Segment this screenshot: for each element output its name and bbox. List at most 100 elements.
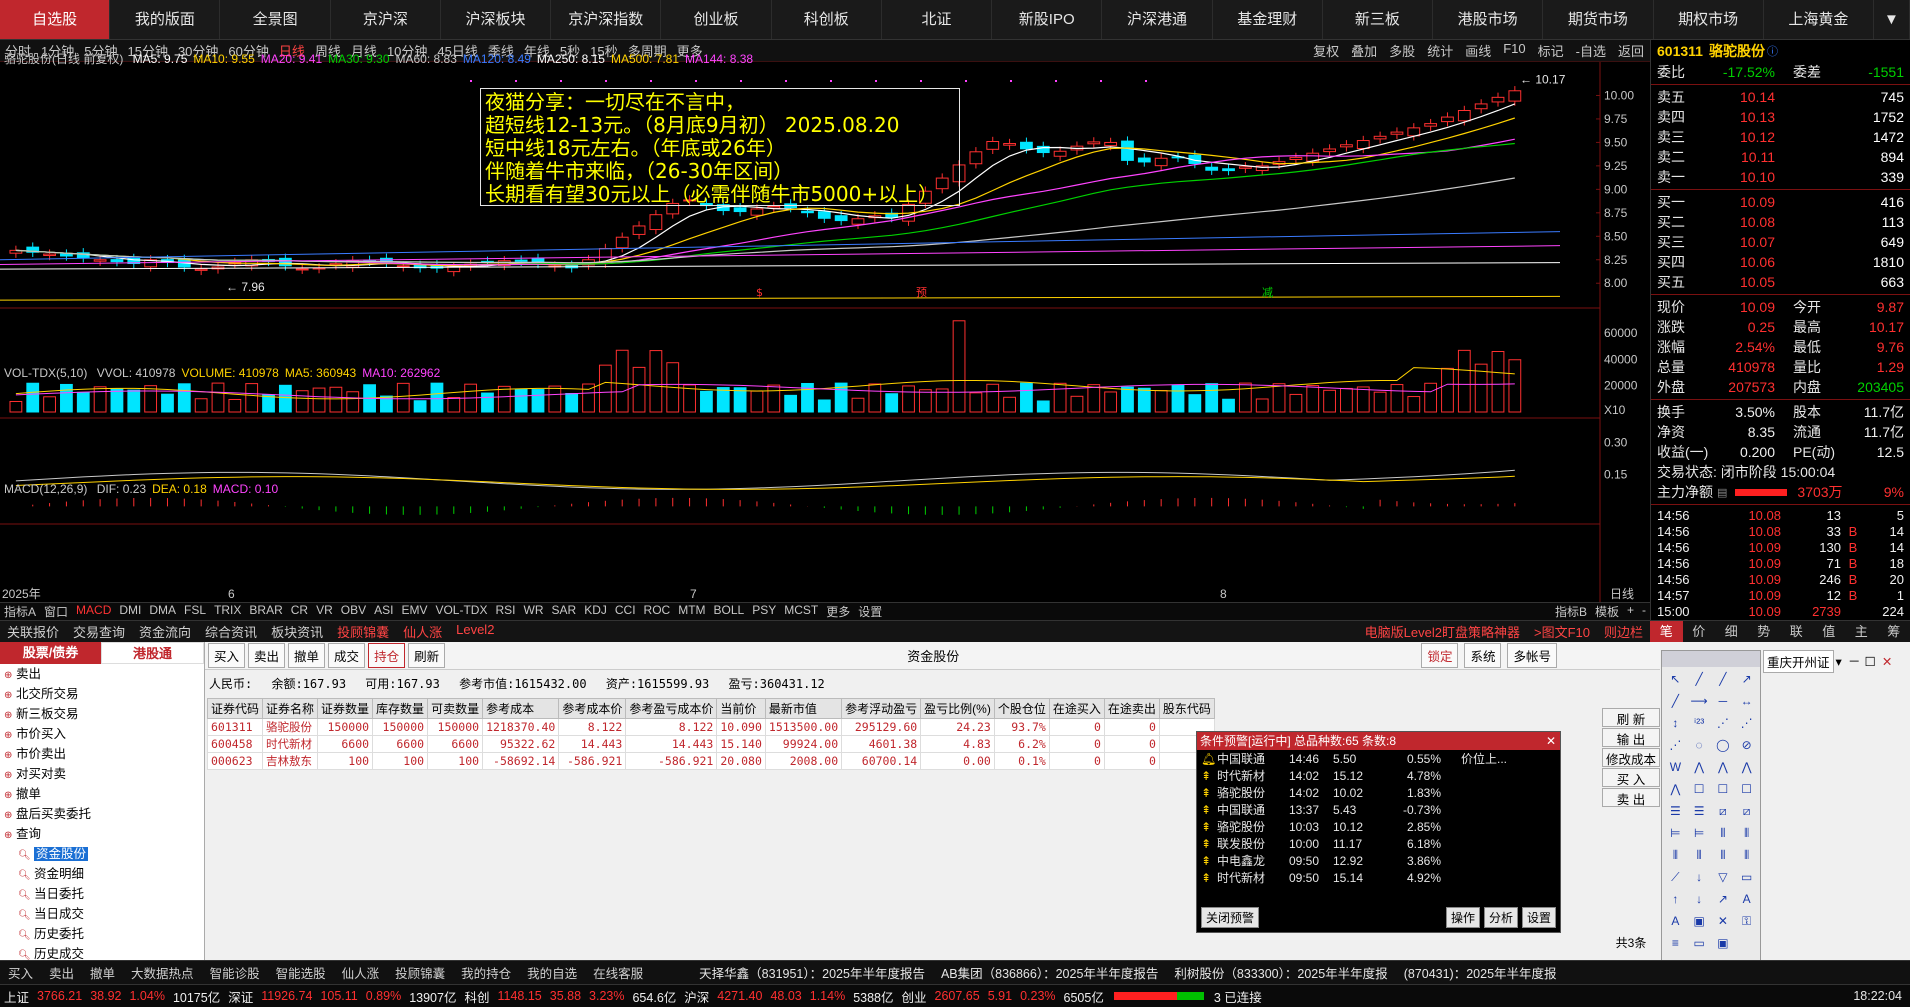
info-link[interactable]: 电脑版Level2盯盘策略神器 [1358,622,1527,641]
draw-tool-icon[interactable]: ↓ [1688,889,1711,910]
toolbar-item[interactable]: 撤单 [82,963,123,982]
alert-row[interactable]: ⇞ 骆驼股份 10:03 10.12 2.85% [1197,818,1560,835]
draw-tool-icon[interactable] [1735,933,1758,954]
indicator-tab[interactable]: 窗口 [40,603,72,620]
alert-row[interactable]: ⇞ 骆驼股份 14:02 10.02 1.83% [1197,784,1560,801]
quote-tab[interactable]: 值 [1813,621,1846,642]
column-header[interactable]: 股东代码 [1158,698,1215,719]
tab-stock-bond[interactable]: 股票/债券 [0,642,101,664]
draw-tool-icon[interactable]: ⊘ [1735,735,1758,756]
draw-tool-icon[interactable]: ╱ [1664,691,1687,712]
draw-tool-icon[interactable]: ⋀ [1735,757,1758,778]
info-tab[interactable]: 关联报价 [0,622,66,641]
toolbar-item[interactable]: 我的持仓 [453,963,519,982]
indicator-tool[interactable]: 模板 [1591,603,1623,620]
indicator-tab[interactable]: BOLL [710,603,749,620]
side-button[interactable]: 买 入 [1602,768,1660,787]
nav-item[interactable]: 京沪深 [331,0,441,39]
draw-tool-icon[interactable]: ◌ [1688,735,1711,756]
indicator-tab[interactable]: MCST [780,603,822,620]
nav-item[interactable]: 全景图 [220,0,331,39]
side-button[interactable]: 刷 新 [1602,708,1660,727]
toolbar-item[interactable]: 投顾锦囊 [387,963,453,982]
info-tab[interactable]: 综合资讯 [198,622,264,641]
tree-item[interactable]: ⊕ 市价卖出 [0,744,204,764]
alert-row[interactable]: ⇞ 时代新材 14:02 15.12 4.78% [1197,767,1560,784]
column-header[interactable]: 参考盈亏成本价 [625,698,718,719]
draw-tool-icon[interactable]: ⊨ [1688,823,1711,844]
period-tool[interactable]: 画线 [1459,41,1497,60]
draw-tool-icon[interactable]: ⁱ²³ [1688,713,1711,734]
column-header[interactable]: 参考成本 [482,698,560,719]
draw-tool-icon[interactable]: ↓ [1688,867,1711,888]
table-row[interactable]: 600458 时代新材 6600 6600 6600 95322.62 14.443 14.4… [206,735,1215,753]
quote-tab[interactable]: 势 [1748,621,1781,642]
side-button[interactable]: 修改成本 [1602,748,1660,767]
minimize-icon[interactable]: ─ [1850,654,1859,668]
column-header[interactable]: 证券代码 [206,698,264,719]
indicator-tab[interactable]: EMV [397,603,431,620]
draw-tool-icon[interactable]: ╱ [1688,669,1711,690]
toolbar-item[interactable]: 大数据热点 [123,963,202,982]
quote-tab[interactable]: 价 [1683,621,1716,642]
column-header[interactable]: 最新市值 [764,698,843,719]
draw-tool-icon[interactable]: ☐ [1712,779,1735,800]
nav-item[interactable]: 京沪深指数 [551,0,662,39]
trade-button[interactable]: 持仓 [368,643,406,668]
tree-item[interactable]: ⊕ 北交所交易 [0,684,204,704]
trade-button[interactable]: 卖出 [248,643,286,668]
alert-row[interactable]: ⇞ 中电鑫龙 09:50 12.92 3.86% [1197,852,1560,869]
indicator-tab[interactable]: 更多 [822,603,854,620]
draw-tool-icon[interactable]: ⫴ [1712,845,1735,866]
close-icon[interactable]: ✕ [1882,654,1892,669]
indicator-tab[interactable]: CR [287,603,312,620]
draw-tool-icon[interactable]: ⚿ [1735,911,1758,932]
side-button[interactable]: 卖 出 [1602,788,1660,807]
period-tool[interactable]: 统计 [1421,41,1459,60]
tree-item[interactable]: ⊕ 市价买入 [0,724,204,744]
period-tool[interactable]: 返回 [1612,41,1650,60]
draw-tool-icon[interactable]: ⋰ [1712,713,1735,734]
nav-item[interactable]: 自选股 [0,0,111,39]
quote-tab[interactable]: 筹 [1878,621,1910,642]
draw-tool-icon[interactable]: ⧄ [1735,801,1758,822]
news-item[interactable]: (870431)：2025年半年度报 [1396,963,1565,982]
indicator-tab[interactable]: RSI [491,603,519,620]
info-tab[interactable]: 交易查询 [66,622,132,641]
nav-item[interactable]: 我的版面 [110,0,221,39]
toolbar-item[interactable]: 我的自选 [519,963,585,982]
nav-item[interactable]: 科创板 [772,0,882,39]
draw-tool-icon[interactable]: ▭ [1688,933,1711,954]
draw-tool-icon[interactable]: ⋀ [1664,779,1687,800]
indicator-tab[interactable]: KDJ [580,603,611,620]
indicator-tool[interactable]: 指标B [1551,603,1591,620]
tree-item[interactable]: ⊕ 撤单 [0,784,204,804]
column-header[interactable]: 参考成本价 [558,698,627,719]
toolbar-item[interactable]: 智能选股 [268,963,334,982]
indicator-tool[interactable]: - [1638,603,1650,620]
draw-tool-icon[interactable]: ⋰ [1664,735,1687,756]
quote-tab[interactable]: 笔 [1650,621,1683,642]
close-alert-button[interactable]: 关闭预警 [1201,907,1260,928]
column-header[interactable]: 在途卖出 [1103,698,1160,719]
tab-hk-connect[interactable]: 港股通 [101,642,204,664]
indicator-tab[interactable]: VR [312,603,337,620]
quote-tab[interactable]: 联 [1780,621,1813,642]
news-item[interactable]: 天择华鑫（831951）：2025年半年度报告 [691,963,933,982]
indicator-tab[interactable]: MACD [72,603,115,620]
draw-tool-icon[interactable]: ⟶ [1688,691,1711,712]
indicator-tab[interactable]: ROC [640,603,675,620]
panel-option-button[interactable]: 系统 [1464,643,1502,668]
news-item[interactable]: AB集团（836866）：2025年半年度报告 [933,963,1166,982]
draw-tool-icon[interactable]: ⫴ [1712,823,1735,844]
alert-op-button[interactable]: 分析 [1483,907,1518,928]
column-header[interactable]: 库存数量 [372,698,429,719]
close-icon[interactable]: ✕ [1546,732,1560,750]
period-tool[interactable]: 多股 [1383,41,1421,60]
alert-row[interactable]: ⇞ 时代新材 09:50 15.14 4.92% [1197,869,1560,886]
indicator-tool[interactable]: + [1623,603,1638,620]
trade-button[interactable]: 刷新 [408,643,446,668]
draw-tool-icon[interactable]: ✕ [1712,911,1735,932]
toolbox-header[interactable] [1662,651,1760,667]
nav-item[interactable]: 创业板 [661,0,772,39]
